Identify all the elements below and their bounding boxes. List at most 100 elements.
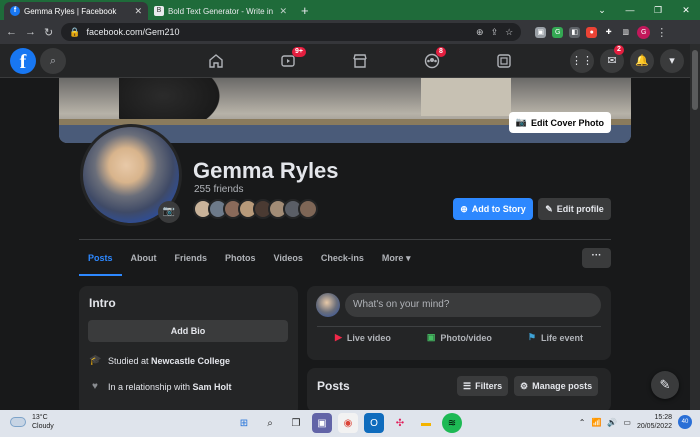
composer-avatar[interactable] [316,293,340,317]
account-chevron-down-icon[interactable]: ▾ [660,49,684,73]
browser-tab-bold-text[interactable]: B Bold Text Generator - Write in B ✕ [148,2,293,20]
tab-more[interactable]: More ▾ [373,242,420,276]
windows-start-icon[interactable]: ⊞ [234,413,254,433]
share-icon[interactable]: ⇪ [491,27,499,38]
friend-avatars [193,199,318,219]
facebook-favicon-icon: f [10,6,20,16]
edit-cover-label: Edit Cover Photo [530,117,604,128]
camera-icon: 📷 [515,117,527,127]
clock-date: 20/05/2022 [636,423,672,430]
new-tab-button[interactable]: + [293,2,317,20]
tab-about[interactable]: About [122,242,166,276]
chrome-icon[interactable]: ◉ [338,413,358,433]
address-bar[interactable]: 🔒 facebook.com/Gem210 ⊕ ⇪ ☆ [61,23,522,41]
browser-tab-facebook[interactable]: f Gemma Ryles | Facebook ✕ [4,2,148,20]
minimize-icon[interactable]: — [616,0,644,20]
spotify-icon[interactable]: ≋ [442,413,462,433]
edit-cover-photo-button[interactable]: 📷 Edit Cover Photo [508,112,611,133]
photo-video-button[interactable]: ▣ Photo/video [427,332,492,343]
gaming-icon[interactable] [468,44,540,78]
messenger-icon[interactable]: ✉ 2 [600,45,624,73]
messenger-badge: 2 [614,45,624,55]
whats-on-your-mind-input[interactable]: What's on your mind? [345,293,601,317]
grammarly-icon[interactable]: G [552,26,564,38]
add-to-story-button[interactable]: ⊕ Add to Story [453,198,533,220]
relationship-prefix: In a relationship with [108,382,193,392]
clock[interactable]: 15:28 20/05/2022 [637,413,672,431]
side-panel-icon[interactable]: ▥ [620,26,632,38]
tab-posts[interactable]: Posts [79,242,122,276]
tab-friends[interactable]: Friends [166,242,217,276]
reload-icon[interactable]: ↻ [44,26,53,39]
intro-title: Intro [89,296,116,310]
tab-close-icon[interactable]: ✕ [134,6,142,17]
file-explorer-icon[interactable]: ▬ [416,413,436,433]
temperature: 13°C [32,414,48,421]
extensions-area: ▣ G ◧ ● ✚ ▥ G ⋮ [535,25,667,39]
tab-videos[interactable]: Videos [265,242,312,276]
page-scrollbar[interactable] [690,44,700,410]
home-icon[interactable] [180,44,252,78]
close-window-icon[interactable]: ✕ [672,0,700,20]
watch-icon[interactable]: 9+ [252,44,324,78]
manage-posts-button[interactable]: ⚙ Manage posts [514,376,599,396]
windows-taskbar: 13°C Cloudy ⊞ ⌕ ❐ ▣ ◉ O ✣ ▬ ≋ ⌃ 📶 🔊 ▭ 15:… [0,410,700,437]
marketplace-icon[interactable] [324,44,396,78]
volume-icon[interactable]: 🔊 [607,418,617,427]
scrollbar-thumb[interactable] [692,50,698,110]
back-icon[interactable]: ← [6,26,17,38]
caret-down-icon: ▾ [405,253,411,263]
tab-more-label: More [381,253,404,263]
slack-icon[interactable]: ✣ [390,413,410,433]
filters-button[interactable]: ☰ Filters [457,376,509,396]
new-message-compose-icon[interactable]: ✎ [651,371,679,399]
teams-chat-icon[interactable]: ▣ [312,413,332,433]
zoom-icon[interactable]: ⊕ [476,27,484,38]
notifications-bell-icon[interactable]: 🔔 [630,49,654,73]
header-divider [79,239,611,240]
chevron-down-icon[interactable]: ⌄ [588,0,616,20]
plus-circle-icon: ⊕ [460,203,468,214]
filters-label: Filters [475,381,503,391]
life-event-button[interactable]: ⚑ Life event [528,332,583,343]
relationship-person-link[interactable]: Sam Holt [193,382,232,392]
kebab-menu-icon[interactable]: ⋮ [656,26,667,39]
tray-chevron-up-icon[interactable]: ⌃ [579,418,586,427]
camera-icon[interactable]: 📷 [158,201,180,223]
edit-profile-button[interactable]: ✎ Edit profile [538,198,611,220]
wifi-icon[interactable]: 📶 [591,418,601,427]
weather-widget[interactable]: 13°C Cloudy [10,413,54,431]
tab-photos[interactable]: Photos [216,242,265,276]
outlook-icon[interactable]: O [364,413,384,433]
task-view-icon[interactable]: ❐ [286,413,306,433]
forward-icon[interactable]: → [25,26,36,38]
groups-icon[interactable]: 8 [396,44,468,78]
post-composer: What's on your mind? ▶ Live video ▣ Photo/… [307,286,611,360]
record-extension-icon[interactable]: ● [586,26,598,38]
search-icon[interactable]: ⌕ [40,48,66,74]
tab-check-ins[interactable]: Check-ins [312,242,373,276]
live-video-button[interactable]: ▶ Live video [335,332,391,343]
friend-avatar[interactable] [298,199,318,219]
search-icon[interactable]: ⌕ [260,413,280,433]
extensions-puzzle-icon[interactable]: ✚ [603,26,615,38]
profile-more-options-button[interactable]: ··· [582,248,611,268]
notification-count[interactable]: 40 [678,415,692,429]
add-bio-button[interactable]: Add Bio [88,320,288,342]
profile-tabs: Posts About Friends Photos Videos Check-… [79,242,419,276]
menu-grid-icon[interactable]: ⋮⋮ [570,49,594,73]
profile-name: Gemma Ryles [193,158,339,183]
extension-icon[interactable]: ▣ [535,26,547,38]
facebook-logo-icon[interactable]: f [10,48,36,74]
tab-close-icon[interactable]: ✕ [279,6,287,17]
studied-place-link[interactable]: Newcastle College [151,356,230,366]
friends-count[interactable]: 255 friends [194,184,243,195]
bookmark-star-icon[interactable]: ☆ [505,27,513,38]
system-tray: ⌃ 📶 🔊 ▭ 15:28 20/05/2022 40 [579,413,692,431]
life-event-label: Life event [540,332,583,343]
taskbar-apps: ⊞ ⌕ ❐ ▣ ◉ O ✣ ▬ ≋ [234,413,462,433]
extension-icon[interactable]: ◧ [569,26,581,38]
restore-icon[interactable]: ❐ [644,0,672,20]
profile-avatar[interactable]: G [637,25,651,39]
battery-icon[interactable]: ▭ [623,418,631,427]
